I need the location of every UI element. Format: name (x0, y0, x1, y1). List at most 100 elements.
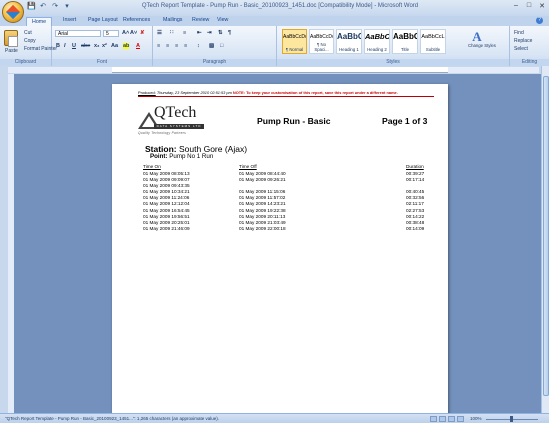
find-button[interactable]: Find (514, 30, 524, 36)
font-size-combo[interactable]: 5 (103, 30, 119, 37)
redo-icon[interactable]: ↷ (51, 3, 59, 11)
run-table: Time On Time Off Duration 01 May 2009 08… (142, 164, 427, 232)
paragraph-group: ☰ ∷ ≡ ⇤ ⇥ ⇅ ¶ ≡ ≡ ≡ ≡ ↕ ▧ □ Paragraph (153, 26, 277, 66)
replace-button[interactable]: Replace (514, 38, 532, 44)
style-sample: AaBbCc (365, 32, 390, 41)
multilevel-list-icon[interactable]: ≡ (183, 30, 186, 36)
report-title: Pump Run - Basic (257, 116, 331, 126)
document-page[interactable]: Produced: Thursday, 23 September 2010 02… (112, 84, 448, 423)
styles-label: Styles (277, 59, 509, 66)
bold-button[interactable]: B (56, 43, 60, 49)
font-color-button[interactable]: A (136, 43, 140, 49)
style-title[interactable]: AaBbC Title (392, 29, 418, 54)
align-center-icon[interactable]: ≡ (166, 43, 169, 49)
help-icon[interactable]: ? (536, 17, 543, 24)
time-on-cell: 01 May 2009 09:43:35 (143, 183, 190, 189)
zoom-slider-thumb[interactable] (510, 416, 513, 422)
clipboard-group: Paste Cut Copy Format Painter Clipboard (0, 26, 57, 66)
superscript-button[interactable]: x² (102, 43, 107, 49)
shrink-font-button[interactable]: A˅ (130, 30, 137, 36)
borders-icon[interactable]: □ (220, 43, 223, 49)
tab-insert[interactable]: Insert (63, 17, 76, 23)
status-text[interactable]: "QTech Report Template - Pump Run - Basi… (5, 416, 219, 421)
style-sample: AaBbCcDc (310, 34, 334, 40)
produced-label: Produced: (138, 90, 156, 95)
time-on-cell: 01 May 2009 08:05:13 (143, 171, 190, 176)
editing-group: Find Replace Select Editing (510, 26, 549, 66)
tab-page-layout[interactable]: Page Layout (88, 17, 118, 23)
point-line: Point: Pump No 1 Run (150, 153, 213, 160)
bullets-icon[interactable]: ☰ (157, 30, 162, 36)
ribbon-tabs: Home Insert Page Layout References Maili… (0, 16, 549, 26)
clear-format-button[interactable]: ✘ (140, 30, 145, 36)
time-on-cell: 01 May 2009 10:34:21 (143, 189, 190, 195)
increase-indent-icon[interactable]: ⇥ (207, 30, 212, 36)
decrease-indent-icon[interactable]: ⇤ (197, 30, 202, 36)
print-layout-icon[interactable] (430, 416, 437, 422)
justify-icon[interactable]: ≡ (184, 43, 187, 49)
style-heading-2[interactable]: AaBbCc Heading 2 (364, 29, 390, 54)
style-name: Heading 2 (367, 47, 387, 52)
style-heading-1[interactable]: AaBbC Heading 1 (336, 29, 362, 54)
tab-mailings[interactable]: Mailings (163, 17, 182, 23)
time-off-cell: 01 May 2009 08:44:40 (239, 171, 286, 176)
customize-qat-icon[interactable]: ▾ (63, 3, 71, 11)
style-subtitle[interactable]: AaBbCcL Subtitle (420, 29, 446, 54)
align-right-icon[interactable]: ≡ (175, 43, 178, 49)
paste-button[interactable]: Paste (5, 48, 18, 54)
logo-bar: DATA SYSTEMS LTD (154, 124, 204, 129)
style-no-spacing[interactable]: AaBbCcDc ¶ No Spaci... (309, 29, 334, 54)
underline-button[interactable]: U (72, 43, 76, 49)
vertical-scrollbar[interactable] (541, 66, 549, 413)
vertical-ruler[interactable] (8, 74, 14, 414)
change-styles-icon: A (472, 29, 482, 44)
grow-font-button[interactable]: A˄ (122, 30, 129, 36)
numbering-icon[interactable]: ∷ (170, 30, 174, 36)
italic-button[interactable]: I (64, 43, 66, 49)
font-name-combo[interactable]: Arial (55, 30, 101, 37)
style-sample: AaBbC (393, 32, 418, 41)
style-normal[interactable]: AaBbCcDc ¶ Normal (282, 29, 307, 54)
tab-view[interactable]: View (217, 17, 228, 23)
outline-icon[interactable] (457, 416, 464, 422)
copy-button[interactable]: Copy (24, 38, 36, 44)
subscript-button[interactable]: x₂ (94, 43, 100, 49)
time-on-cell: 01 May 2009 21:46:09 (143, 225, 190, 231)
office-button[interactable] (2, 1, 24, 23)
qtech-logo: QTech DATA SYSTEMS LTD Quality Technolog… (138, 104, 208, 138)
web-layout-icon[interactable] (448, 416, 455, 422)
line-spacing-icon[interactable]: ↕ (197, 43, 200, 49)
close-button[interactable]: ✕ (538, 2, 546, 10)
style-name: Title (401, 47, 409, 52)
zoom-level[interactable]: 100% (470, 416, 482, 421)
paste-icon[interactable] (4, 30, 18, 47)
shading-icon[interactable]: ▧ (209, 43, 214, 49)
duration-cell: 00:17:14 (406, 177, 425, 183)
produced-value: Thursday, 23 September 2010 02:51:53 pm (156, 90, 232, 95)
tab-home[interactable]: Home (26, 17, 53, 26)
undo-icon[interactable]: ↶ (39, 3, 47, 11)
align-left-icon[interactable]: ≡ (157, 43, 160, 49)
select-button[interactable]: Select (514, 46, 528, 52)
full-screen-icon[interactable] (439, 416, 446, 422)
scroll-thumb[interactable] (543, 76, 549, 396)
save-icon[interactable]: 💾 (27, 3, 36, 11)
font-label: Font (52, 59, 152, 66)
change-case-button[interactable]: Aa (111, 43, 118, 49)
cut-button[interactable]: Cut (24, 30, 32, 36)
window-controls: – □ ✕ (512, 2, 546, 10)
style-name: ¶ Normal (285, 47, 304, 52)
highlight-button[interactable]: ab (123, 43, 130, 49)
change-styles-button[interactable]: A Change Styles (468, 29, 496, 52)
strikethrough-button[interactable]: abe (81, 43, 90, 49)
tab-references[interactable]: References (123, 17, 150, 23)
tab-review[interactable]: Review (192, 17, 209, 23)
time-on-cell: 01 May 2009 16:54:45 (143, 207, 190, 213)
maximize-button[interactable]: □ (525, 2, 533, 10)
minimize-button[interactable]: – (512, 2, 520, 10)
window-title: QTech Report Template - Pump Run - Basic… (141, 3, 419, 9)
show-marks-icon[interactable]: ¶ (228, 30, 231, 36)
sort-icon[interactable]: ⇅ (218, 30, 223, 36)
style-sample: AaBbCcL (421, 34, 445, 40)
font-group: Arial 5 A˄ A˅ ✘ B I U abe x₂ x² Aa ab A … (52, 26, 153, 66)
